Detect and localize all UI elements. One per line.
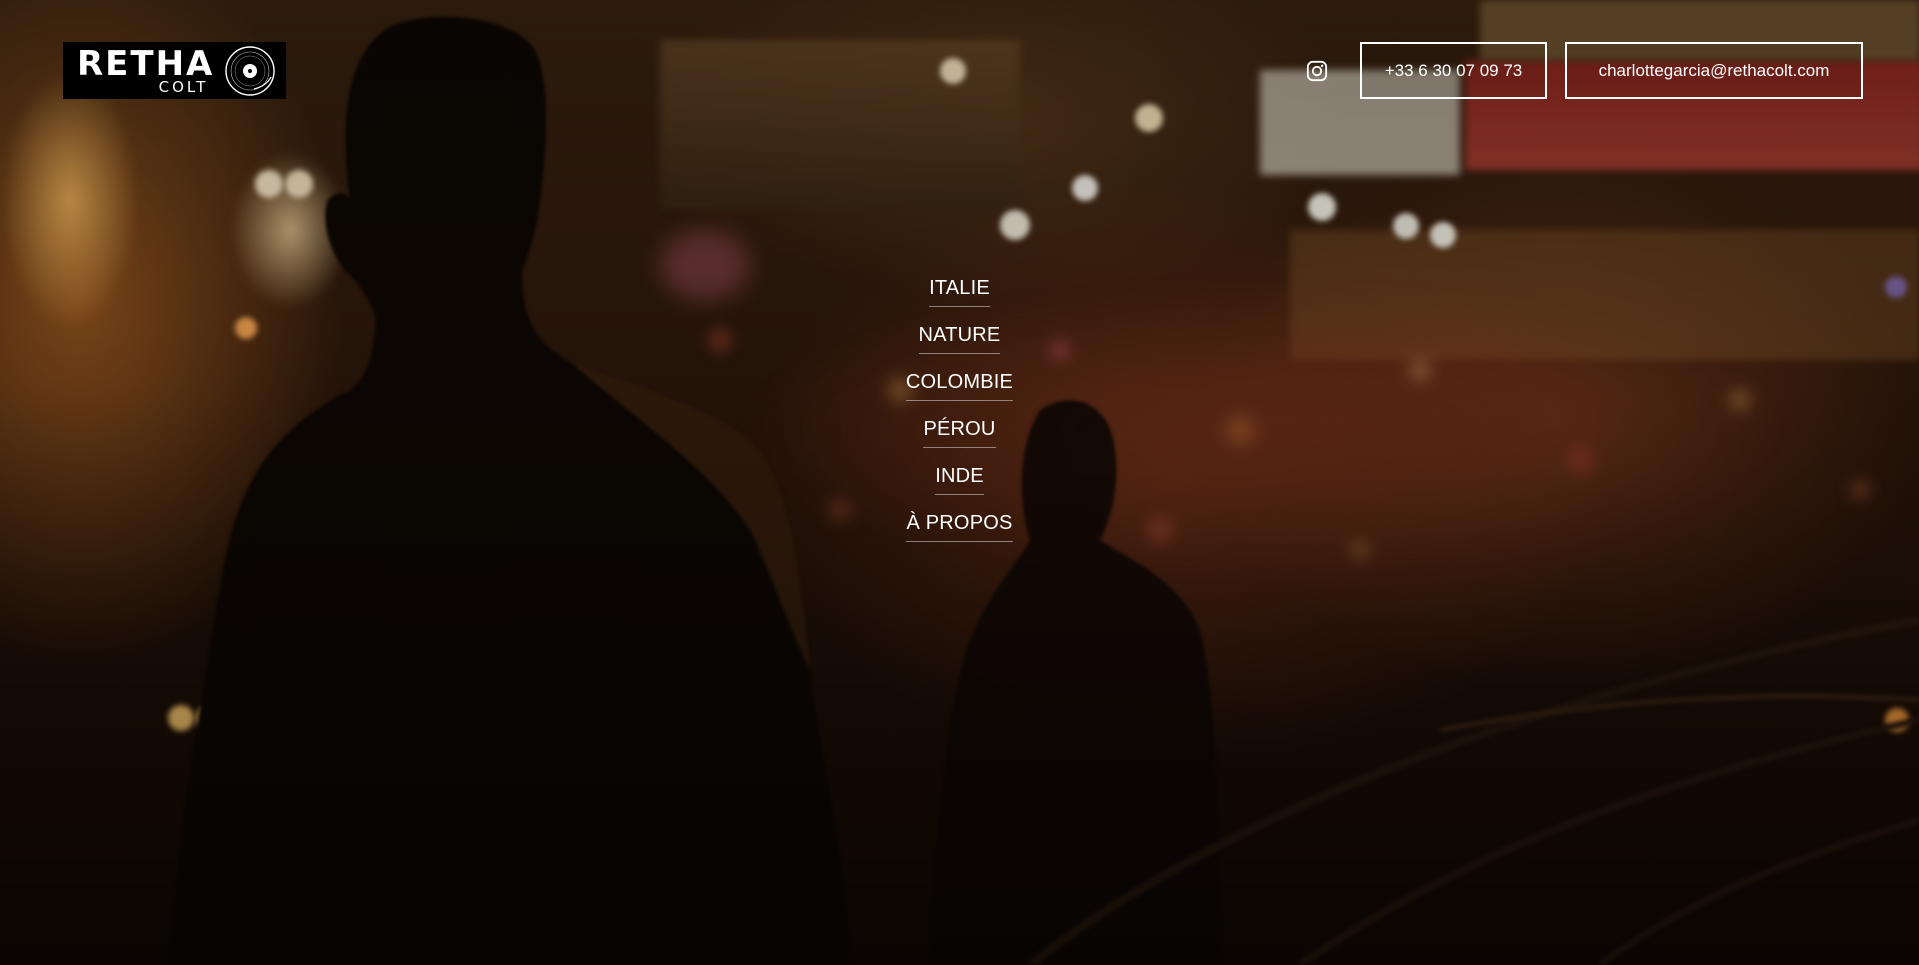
menu-item-perou[interactable]: PÉROU [923,411,996,448]
email-button[interactable]: charlottegarcia@rethacolt.com [1565,42,1863,99]
page: RETHA COLT +33 6 30 07 09 73 charlottega… [0,0,1919,965]
site-logo[interactable]: RETHA COLT [63,42,286,99]
vinyl-disc-icon [225,45,276,96]
header-contact: +33 6 30 07 09 73 charlottegarcia@rethac… [1306,42,1863,99]
logo-name: RETHA [77,43,215,84]
logo-text: RETHA COLT [77,47,214,95]
menu-item-nature[interactable]: NATURE [918,317,1001,354]
logo-subtitle: COLT [158,77,209,96]
menu-item-inde[interactable]: INDE [935,458,984,495]
phone-button[interactable]: +33 6 30 07 09 73 [1360,42,1547,99]
menu-item-a-propos[interactable]: À PROPOS [906,505,1013,542]
menu-item-italie[interactable]: ITALIE [929,270,990,307]
instagram-icon[interactable] [1306,60,1328,82]
menu-item-colombie[interactable]: COLOMBIE [905,364,1014,401]
main-menu: ITALIE NATURE COLOMBIE PÉROU INDE À PROP… [0,270,1919,552]
